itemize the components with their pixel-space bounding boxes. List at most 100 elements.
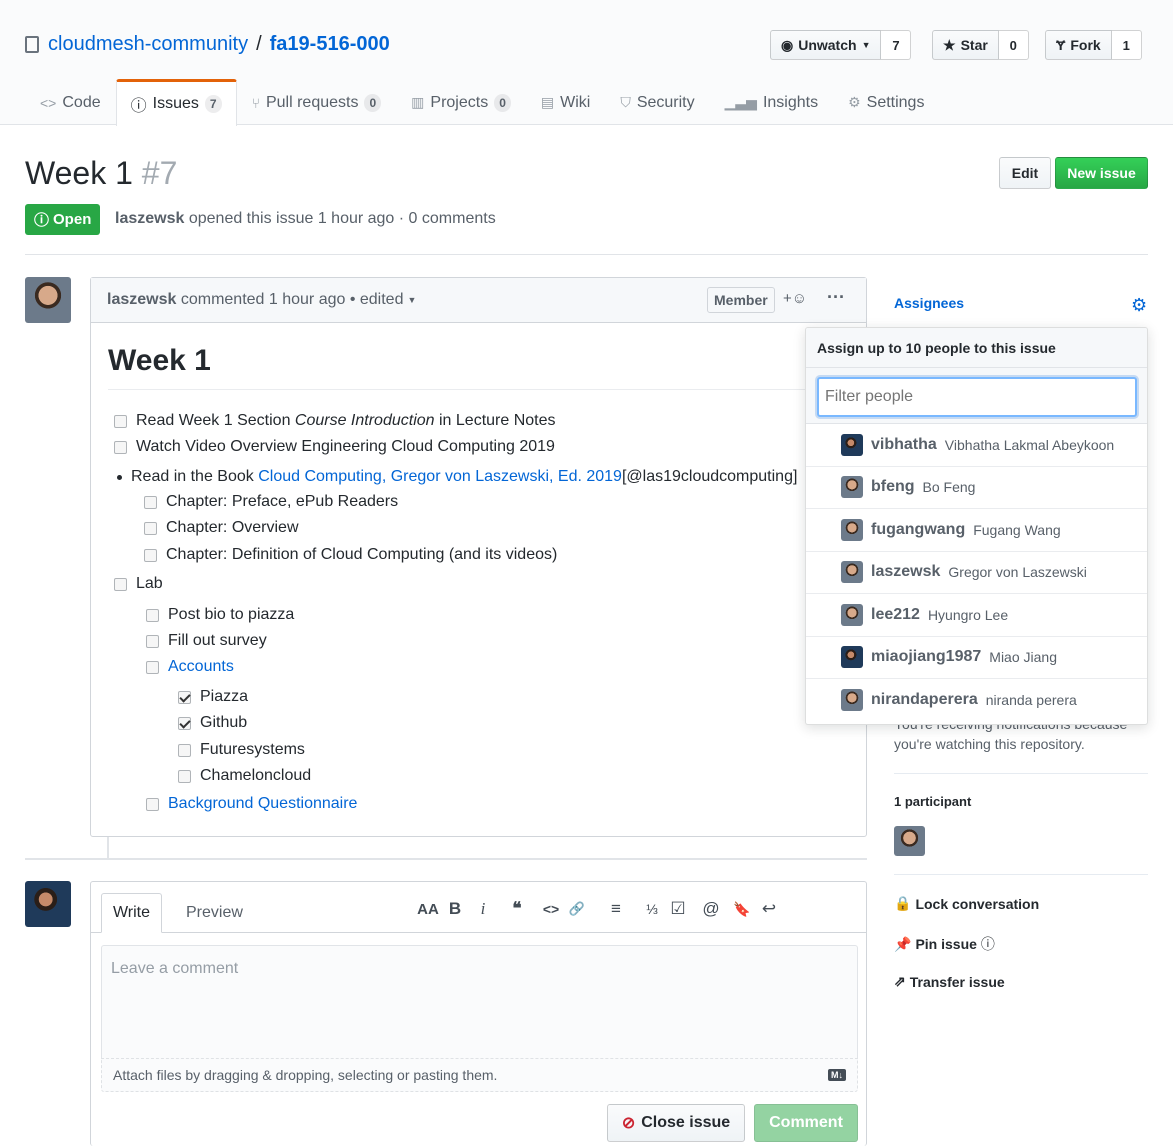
assignees-label[interactable]: Assignees bbox=[894, 295, 964, 311]
star-group: ★ Star 0 bbox=[932, 30, 1029, 60]
close-issue-button[interactable]: ⊘ Close issue bbox=[607, 1104, 745, 1142]
task-checkbox[interactable] bbox=[178, 690, 191, 704]
unwatch-button[interactable]: ◉ Unwatch ▼ bbox=[770, 30, 882, 60]
task-checkbox[interactable] bbox=[178, 769, 191, 783]
tab-preview[interactable]: Preview bbox=[186, 904, 243, 922]
task-item: Lab bbox=[114, 575, 163, 593]
list-item: Read in the Book Cloud Computing, Gregor… bbox=[114, 468, 797, 486]
gear-icon: ⚙ bbox=[848, 94, 861, 110]
task-checkbox[interactable] bbox=[146, 797, 159, 811]
new-issue-button[interactable]: New issue bbox=[1055, 157, 1148, 189]
issue-title: Week 1 #7 bbox=[25, 155, 177, 192]
tab-settings[interactable]: ⚙ Settings bbox=[833, 79, 939, 125]
assignee-option[interactable]: miaojiang1987 Miao Jiang bbox=[806, 637, 1147, 679]
task-checkbox[interactable] bbox=[144, 548, 157, 562]
task-checkbox[interactable] bbox=[146, 660, 159, 674]
task-checkbox[interactable] bbox=[144, 495, 157, 509]
info-icon[interactable]: ⓘ bbox=[981, 934, 995, 954]
assignee-option[interactable]: laszewsk Gregor von Laszewski bbox=[806, 552, 1147, 594]
questionnaire-link[interactable]: Background Questionnaire bbox=[168, 795, 357, 813]
add-reaction-button[interactable]: +☺ bbox=[783, 290, 807, 307]
header-icon[interactable]: AA bbox=[417, 901, 439, 918]
markdown-icon[interactable]: M↓ bbox=[828, 1069, 846, 1081]
task-checkbox[interactable] bbox=[114, 414, 127, 428]
unordered-list-icon[interactable]: ≡ bbox=[591, 899, 641, 919]
task-item: Piazza bbox=[178, 688, 248, 706]
tab-code[interactable]: <> Code bbox=[25, 79, 116, 125]
task-item: Chapter: Overview bbox=[144, 519, 299, 537]
transfer-issue-button[interactable]: ⇗ Transfer issue bbox=[894, 973, 1005, 990]
shield-icon: ⛉ bbox=[620, 94, 631, 110]
comment-button[interactable]: Comment bbox=[754, 1104, 858, 1142]
fork-count[interactable]: 1 bbox=[1111, 30, 1142, 60]
new-comment-form: Write Preview AA B i ❝ <> 🔗 ≡ ⅓ ☑ @ 🔖 ↩ … bbox=[90, 881, 867, 1146]
edit-button[interactable]: Edit bbox=[999, 157, 1051, 189]
accounts-link[interactable]: Accounts bbox=[168, 658, 234, 676]
task-item: Github bbox=[178, 714, 247, 732]
comment-author-link[interactable]: laszewsk bbox=[107, 291, 176, 309]
assignee-option[interactable]: vibhatha Vibhatha Lakmal Abeykoon bbox=[806, 424, 1147, 467]
task-checkbox[interactable] bbox=[146, 608, 159, 622]
task-item: Fill out survey bbox=[146, 632, 267, 650]
task-checkbox[interactable] bbox=[114, 440, 127, 454]
task-list-icon[interactable]: ☑ bbox=[663, 899, 693, 919]
issue-author-link[interactable]: laszewsk bbox=[115, 210, 184, 227]
avatar bbox=[841, 433, 863, 456]
tab-insights[interactable]: ▁▃▅ Insights bbox=[710, 79, 833, 125]
task-checkbox[interactable] bbox=[144, 521, 157, 535]
star-button[interactable]: ★ Star bbox=[932, 30, 999, 60]
task-checkbox[interactable] bbox=[178, 716, 191, 730]
member-badge: Member bbox=[707, 287, 775, 313]
tab-projects[interactable]: ▥ Projects 0 bbox=[396, 79, 526, 125]
repo-name-link[interactable]: fa19-516-000 bbox=[270, 33, 390, 56]
avatar[interactable] bbox=[25, 277, 71, 323]
star-count[interactable]: 0 bbox=[998, 30, 1029, 60]
task-checkbox[interactable] bbox=[146, 634, 159, 648]
pull-requests-counter: 0 bbox=[364, 93, 382, 112]
participant-avatar[interactable] bbox=[894, 826, 925, 856]
book-link[interactable]: Cloud Computing, Gregor von Laszewski, E… bbox=[258, 468, 622, 485]
comment-menu-button[interactable]: ··· bbox=[827, 287, 845, 308]
task-checkbox[interactable] bbox=[178, 743, 191, 757]
assignee-option[interactable]: lee212 Hyungro Lee bbox=[806, 594, 1147, 637]
bold-icon[interactable]: B bbox=[439, 899, 471, 919]
repo-owner-link[interactable]: cloudmesh-community bbox=[48, 33, 248, 56]
task-checkbox[interactable] bbox=[114, 577, 127, 591]
gear-icon[interactable]: ⚙ bbox=[1131, 295, 1147, 316]
pin-issue-button[interactable]: 📌 Pin issue ⓘ bbox=[894, 934, 995, 954]
link-icon[interactable]: 🔗 bbox=[563, 901, 591, 917]
attach-hint: Attach files by dragging & dropping, sel… bbox=[113, 1067, 498, 1083]
fork-button[interactable]: Ɏ Fork bbox=[1045, 30, 1112, 60]
tab-security[interactable]: ⛉ Security bbox=[605, 79, 709, 125]
mention-icon[interactable]: @ bbox=[693, 899, 729, 919]
project-icon: ▥ bbox=[411, 94, 425, 110]
avatar bbox=[841, 518, 863, 541]
italic-icon[interactable]: i bbox=[471, 899, 495, 919]
comment-textarea[interactable]: Leave a comment bbox=[101, 945, 858, 1058]
reply-icon[interactable]: ↩ bbox=[755, 899, 783, 919]
watch-count[interactable]: 7 bbox=[881, 30, 912, 60]
assignee-option[interactable]: bfeng Bo Feng bbox=[806, 467, 1147, 509]
ordered-list-icon[interactable]: ⅓ bbox=[641, 901, 663, 917]
assignee-option[interactable]: nirandaperera niranda perera bbox=[806, 679, 1147, 722]
lock-icon: 🔒 bbox=[894, 895, 912, 911]
filter-people-input[interactable] bbox=[817, 377, 1137, 417]
assignees-dropdown: Assign up to 10 people to this issue vib… bbox=[805, 327, 1148, 725]
task-item: Chapter: Definition of Cloud Computing (… bbox=[144, 546, 557, 564]
tab-pull-requests[interactable]: ⑂ Pull requests 0 bbox=[237, 79, 397, 125]
comment-meta[interactable]: commented 1 hour ago • edited bbox=[181, 291, 404, 309]
issue-meta-text: opened this issue 1 hour ago · 0 comment… bbox=[188, 210, 496, 227]
pin-icon: 📌 bbox=[894, 935, 912, 952]
bookmark-icon[interactable]: 🔖 bbox=[729, 901, 755, 918]
code-icon[interactable]: <> bbox=[539, 901, 563, 917]
lock-conversation-button[interactable]: 🔒 Lock conversation bbox=[894, 895, 1039, 912]
tab-wiki[interactable]: ▤ Wiki bbox=[526, 79, 605, 125]
avatar bbox=[841, 476, 863, 499]
assignee-option[interactable]: fugangwang Fugang Wang bbox=[806, 509, 1147, 552]
file-dropzone[interactable]: Attach files by dragging & dropping, sel… bbox=[101, 1058, 858, 1092]
avatar[interactable] bbox=[25, 881, 71, 927]
tab-issues[interactable]: ⓘ Issues 7 bbox=[115, 79, 237, 126]
quote-icon[interactable]: ❝ bbox=[495, 899, 539, 919]
tab-write[interactable]: Write bbox=[101, 893, 162, 933]
timeline-line bbox=[107, 837, 109, 859]
